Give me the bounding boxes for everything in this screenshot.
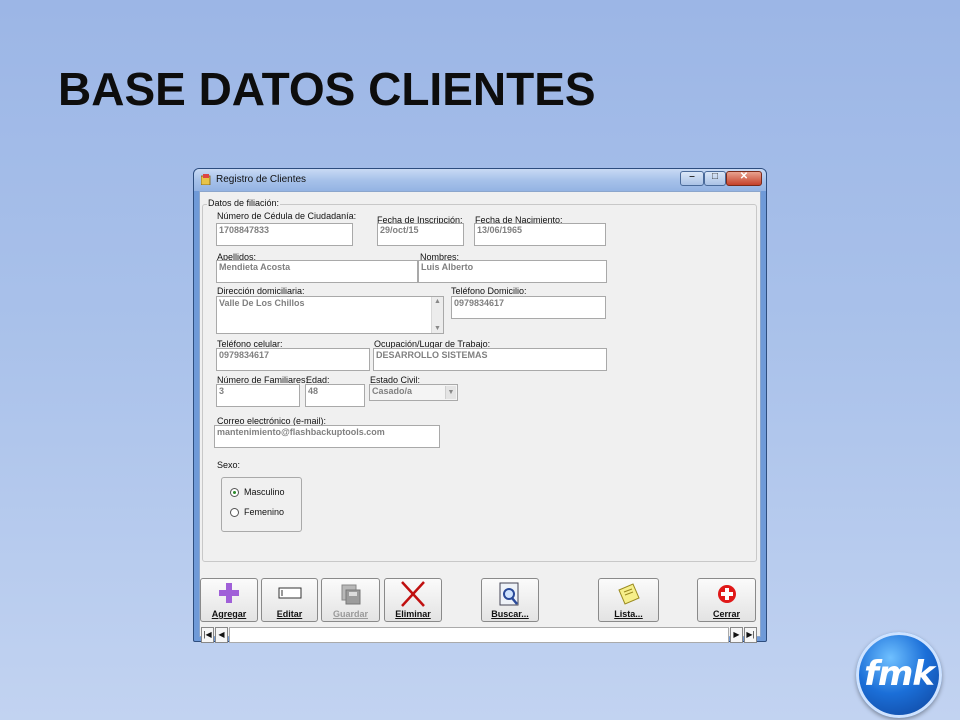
plus-icon	[219, 583, 239, 603]
save-icon	[341, 584, 360, 605]
fmk-logo: fmk	[856, 632, 942, 718]
guardar-button[interactable]: Guardar	[321, 578, 380, 622]
search-icon	[499, 582, 519, 606]
scroll-up-icon[interactable]: ▲	[432, 298, 443, 305]
textbox-icon	[278, 587, 301, 599]
app-icon	[201, 174, 211, 185]
cerrar-button[interactable]: Cerrar	[697, 578, 756, 622]
sexo-label: Sexo:	[217, 460, 241, 470]
telefono-domicilio-label: Teléfono Domicilio:	[451, 286, 527, 296]
datos-filiacion-group: Datos de filiación: Número de Cédula de …	[202, 198, 757, 562]
editar-label: Editar	[276, 609, 303, 619]
close-window-button[interactable]: ✕	[726, 171, 762, 186]
group-legend: Datos de filiación:	[207, 198, 281, 208]
radio-selected-icon[interactable]	[230, 487, 239, 497]
record-navigator: |◀ ◀ ▶ ▶|	[200, 625, 760, 643]
lista-label: Lista...	[614, 609, 643, 619]
agregar-label: Agregar	[211, 609, 247, 619]
maximize-icon: □	[711, 171, 719, 182]
first-record-button[interactable]: |◀	[201, 627, 214, 643]
prev-record-button[interactable]: ◀	[215, 627, 228, 643]
direccion-label: Dirección domiciliaria:	[217, 286, 305, 296]
next-record-button[interactable]: ▶	[730, 627, 743, 643]
next-record-icon: ▶	[733, 630, 740, 639]
buscar-label: Buscar...	[491, 609, 529, 619]
fecha-inscripcion-field[interactable]: 29/oct/15	[377, 223, 464, 246]
chevron-down-icon[interactable]: ▼	[445, 386, 456, 399]
window-title: Registro de Clientes	[216, 174, 307, 185]
note-icon	[617, 583, 640, 605]
familiares-field[interactable]: 3	[216, 384, 300, 407]
edad-field[interactable]: 48	[305, 384, 365, 407]
scroll-down-icon[interactable]: ▼	[432, 325, 443, 332]
radio-femenino[interactable]: Femenino	[230, 507, 284, 517]
ocupacion-field[interactable]: DESARROLLO SISTEMAS	[373, 348, 607, 371]
prev-record-icon: ◀	[218, 630, 225, 639]
fecha-nacimiento-field[interactable]: 13/06/1965	[474, 223, 606, 246]
minimize-button[interactable]: –	[680, 171, 704, 186]
maximize-button[interactable]: □	[704, 171, 726, 186]
last-record-icon: ▶|	[746, 630, 755, 639]
slide-title: BASE DATOS CLIENTES	[58, 63, 596, 115]
radio-masculino[interactable]: Masculino	[230, 487, 285, 497]
lista-button[interactable]: Lista...	[598, 578, 659, 622]
sexo-group: Masculino Femenino	[221, 477, 302, 532]
logo-text: fmk	[864, 654, 935, 694]
cerrar-label: Cerrar	[712, 609, 741, 619]
estado-civil-value: Casado/a	[372, 386, 413, 396]
navigator-track[interactable]	[229, 627, 729, 643]
eliminar-label: Eliminar	[395, 609, 431, 619]
radio-masculino-label: Masculino	[244, 487, 285, 497]
close-icon: ✕	[739, 171, 749, 182]
guardar-label: Guardar	[332, 609, 368, 619]
editar-button[interactable]: Editar	[261, 578, 318, 622]
telefono-domicilio-field[interactable]: 0979834617	[451, 296, 606, 319]
minimize-icon: –	[689, 171, 695, 182]
estado-civil-select[interactable]: Casado/a ▼	[369, 384, 458, 401]
toolbar: Agregar Editar Guardar Eliminar Buscar..…	[200, 575, 760, 625]
buscar-button[interactable]: Buscar...	[481, 578, 539, 622]
agregar-button[interactable]: Agregar	[200, 578, 258, 622]
apellidos-field[interactable]: Mendieta Acosta	[216, 260, 418, 283]
telefono-celular-field[interactable]: 0979834617	[216, 348, 370, 371]
registro-clientes-window: Registro de Clientes – □ ✕ Datos de fili…	[193, 168, 767, 643]
window-client-area: Datos de filiación: Número de Cédula de …	[199, 191, 761, 643]
eliminar-button[interactable]: Eliminar	[384, 578, 442, 622]
delete-x-icon	[401, 581, 425, 607]
close-circle-icon	[717, 585, 736, 603]
window-titlebar[interactable]: Registro de Clientes – □ ✕	[194, 169, 766, 191]
direccion-scrollbar[interactable]: ▲ ▼	[431, 297, 443, 333]
correo-field[interactable]: mantenimiento@flashbackuptools.com	[214, 425, 440, 448]
cedula-label: Número de Cédula de Ciudadanía:	[217, 211, 357, 221]
direccion-value: Valle De Los Chillos	[219, 298, 305, 308]
nombres-field[interactable]: Luis Alberto	[418, 260, 607, 283]
direccion-field[interactable]: Valle De Los Chillos ▲ ▼	[216, 296, 444, 334]
last-record-button[interactable]: ▶|	[744, 627, 757, 643]
cedula-field[interactable]: 1708847833	[216, 223, 353, 246]
radio-femenino-label: Femenino	[244, 507, 285, 517]
first-record-icon: |◀	[203, 630, 212, 639]
radio-unselected-icon[interactable]	[230, 507, 239, 517]
